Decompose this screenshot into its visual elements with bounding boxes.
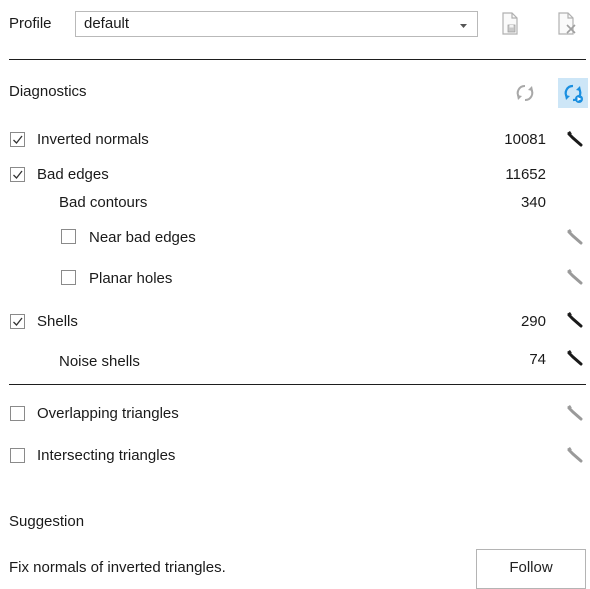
intersecting-triangles-checkbox[interactable] <box>10 448 25 463</box>
wrench-icon[interactable] <box>566 404 584 422</box>
section-divider <box>9 384 586 385</box>
auto-refresh-toggle[interactable] <box>558 78 588 108</box>
save-profile-icon[interactable] <box>500 12 520 36</box>
section-divider <box>9 59 586 60</box>
suggestion-title: Suggestion <box>9 513 85 530</box>
inverted-normals-checkbox[interactable] <box>10 132 25 147</box>
shells-label: Shells <box>37 313 78 330</box>
shells-count: 290 <box>520 313 546 330</box>
near-bad-edges-label: Near bad edges <box>89 229 196 246</box>
chevron-down-icon <box>460 24 467 28</box>
bad-edges-label: Bad edges <box>37 166 109 183</box>
bad-edges-count: 11652 <box>505 166 546 183</box>
intersecting-triangles-label: Intersecting triangles <box>37 447 176 464</box>
planar-holes-checkbox[interactable] <box>61 270 76 285</box>
wrench-icon[interactable] <box>566 311 584 329</box>
wrench-icon[interactable] <box>566 349 584 367</box>
overlapping-triangles-label: Overlapping triangles <box>37 405 179 422</box>
wrench-icon[interactable] <box>566 130 584 148</box>
profile-select[interactable]: default <box>75 11 478 37</box>
checkmark-icon <box>13 170 23 179</box>
checkmark-icon <box>13 317 23 326</box>
overlapping-triangles-checkbox[interactable] <box>10 406 25 421</box>
checkmark-icon <box>13 135 23 144</box>
planar-holes-label: Planar holes <box>89 270 173 287</box>
bad-contours-count: 340 <box>520 194 546 211</box>
noise-shells-label: Noise shells <box>59 353 140 370</box>
inverted-normals-count: 10081 <box>504 131 546 148</box>
noise-shells-count: 74 <box>529 351 546 368</box>
suggestion-text: Fix normals of inverted triangles. <box>9 559 226 576</box>
shells-checkbox[interactable] <box>10 314 25 329</box>
inverted-normals-label: Inverted normals <box>37 131 149 148</box>
refresh-icon[interactable] <box>515 83 535 103</box>
near-bad-edges-checkbox[interactable] <box>61 229 76 244</box>
wrench-icon[interactable] <box>566 446 584 464</box>
delete-profile-icon[interactable] <box>556 12 578 36</box>
bad-edges-checkbox[interactable] <box>10 167 25 182</box>
profile-select-value: default <box>84 15 130 32</box>
bad-contours-label: Bad contours <box>59 194 148 211</box>
auto-refresh-icon <box>564 84 583 103</box>
profile-label: Profile <box>9 15 52 32</box>
diagnostics-title: Diagnostics <box>9 83 87 100</box>
follow-button[interactable]: Follow <box>476 549 586 589</box>
wrench-icon[interactable] <box>566 228 584 246</box>
wrench-icon[interactable] <box>566 268 584 286</box>
